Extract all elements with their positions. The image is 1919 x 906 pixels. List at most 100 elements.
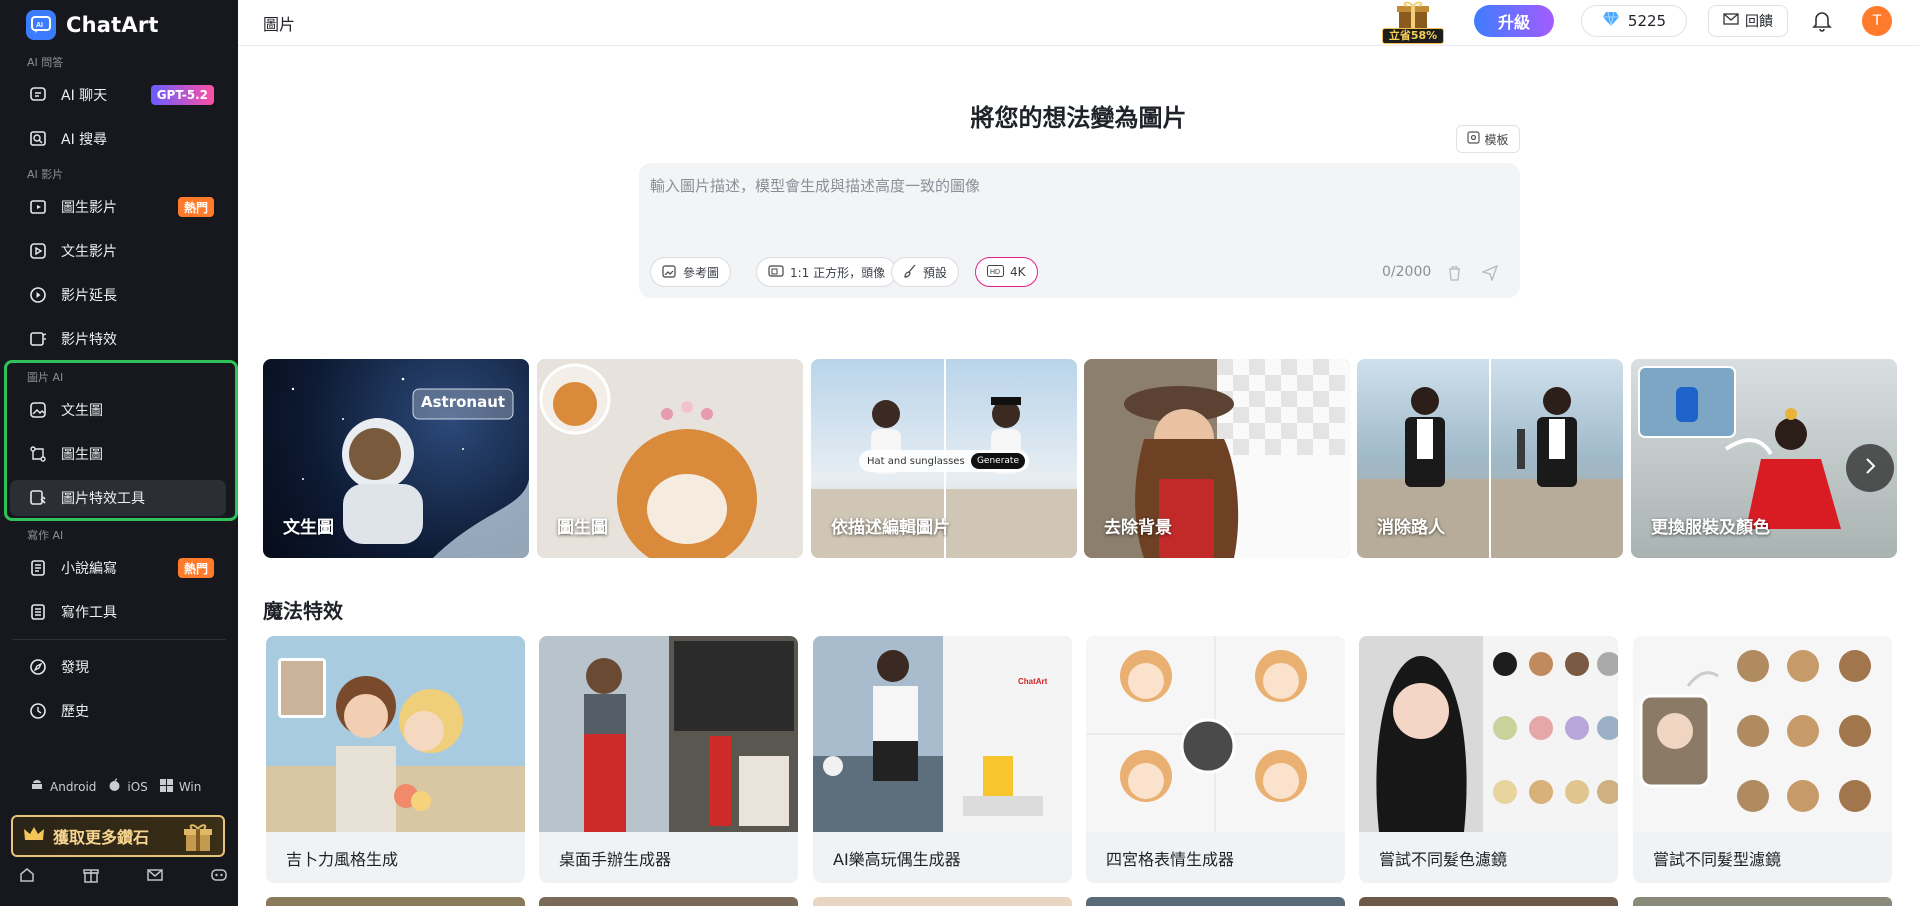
promo-label: 獲取更多鑽石 bbox=[53, 828, 150, 847]
next-row-card[interactable] bbox=[539, 897, 798, 906]
prompt-input-area[interactable]: 輸入圖片描述，模型會生成與描述高度一致的圖像 參考圖 1:1 正方形，頭像 預設… bbox=[639, 163, 1520, 298]
next-row-card[interactable] bbox=[1633, 897, 1892, 906]
magic-card-emoji-grid[interactable]: 四宮格表情生成器 bbox=[1086, 636, 1345, 883]
magic-card-desktop-figure[interactable]: 桌面手辦生成器 bbox=[539, 636, 798, 883]
magic-label: 嘗試不同髮型濾鏡 bbox=[1653, 850, 1782, 869]
magic-card-hair-style[interactable]: 嘗試不同髮型濾鏡 bbox=[1633, 636, 1892, 883]
novel-icon bbox=[28, 558, 48, 578]
logo[interactable]: AI ChatArt bbox=[26, 10, 159, 40]
mail-icon bbox=[1723, 12, 1739, 30]
sidebar-item-text-to-image[interactable]: 文生圖 bbox=[10, 392, 226, 428]
reference-image-button[interactable]: 參考圖 bbox=[650, 257, 732, 287]
edit-prompt-pill: Hat and sunglasses Generate bbox=[859, 450, 1029, 472]
quality-4k-button[interactable]: HD 4K bbox=[975, 257, 1038, 287]
hair-style-illustration bbox=[1633, 636, 1892, 832]
sidebar-item-discover[interactable]: 發現 bbox=[10, 649, 226, 685]
sidebar-item-label: 影片延長 bbox=[61, 288, 117, 304]
desktop-figure-illustration bbox=[539, 636, 798, 832]
home-icon[interactable] bbox=[18, 866, 36, 888]
feature-card-edit-by-description[interactable]: Hat and sunglasses Generate 依描述編輯圖片 bbox=[811, 359, 1077, 558]
card-label: 文生圖 bbox=[283, 518, 334, 538]
next-row-card[interactable] bbox=[266, 897, 525, 906]
carousel-next-button[interactable] bbox=[1846, 444, 1894, 492]
feature-card-text-to-image[interactable]: Astronaut 文生圖 bbox=[263, 359, 529, 558]
sale-promo[interactable]: 立省58% bbox=[1382, 0, 1444, 44]
mail-icon[interactable] bbox=[146, 866, 164, 888]
sidebar-item-label: 歷史 bbox=[61, 704, 89, 720]
sidebar-item-ai-chat[interactable]: AI 聊天 GPT-5.2 bbox=[10, 77, 226, 113]
chevron-right-icon bbox=[1863, 457, 1877, 479]
gift-icon bbox=[181, 821, 215, 857]
svg-text:AI: AI bbox=[36, 22, 43, 29]
platform-win[interactable]: Win bbox=[179, 780, 202, 794]
platform-ios[interactable]: iOS bbox=[127, 780, 147, 794]
crown-icon bbox=[23, 825, 45, 847]
trash-icon[interactable] bbox=[1447, 265, 1462, 285]
sidebar-item-video-effects[interactable]: 影片特效 bbox=[10, 321, 226, 357]
preset-button[interactable]: 預設 bbox=[891, 257, 960, 287]
section-ai-video: AI 影片 bbox=[27, 168, 64, 181]
sidebar-item-video-extend[interactable]: 影片延長 bbox=[10, 277, 226, 313]
sidebar-item-history[interactable]: 歷史 bbox=[10, 693, 226, 729]
magic-label: AI樂高玩偶生成器 bbox=[833, 850, 961, 869]
hair-color-illustration bbox=[1359, 636, 1618, 832]
card-label: 圖生圖 bbox=[557, 518, 608, 538]
magic-card-hair-color[interactable]: 嘗試不同髮色濾鏡 bbox=[1359, 636, 1618, 883]
template-button[interactable]: 模板 bbox=[1456, 125, 1520, 153]
sidebar-item-text-to-video[interactable]: 文生影片 bbox=[10, 233, 226, 269]
send-icon[interactable] bbox=[1481, 264, 1499, 285]
aspect-ratio-button[interactable]: 1:1 正方形，頭像 bbox=[756, 257, 898, 287]
avatar[interactable]: T bbox=[1862, 6, 1892, 36]
magic-card-lego[interactable]: ChatArt AI樂高玩偶生成器 bbox=[813, 636, 1072, 883]
credits-balance[interactable]: 5225 bbox=[1581, 5, 1687, 37]
section-ai-qa: AI 問答 bbox=[27, 56, 64, 69]
feature-card-remove-passersby[interactable]: 消除路人 bbox=[1357, 359, 1623, 558]
feedback-label: 回饋 bbox=[1745, 14, 1773, 30]
gpt-badge: GPT-5.2 bbox=[150, 85, 214, 105]
char-counter: 0/2000 bbox=[1382, 264, 1432, 280]
apple-icon[interactable] bbox=[108, 778, 121, 795]
next-row-card[interactable] bbox=[813, 897, 1072, 906]
windows-icon[interactable] bbox=[159, 778, 173, 795]
upgrade-button[interactable]: 升級 bbox=[1474, 5, 1554, 37]
discord-icon[interactable] bbox=[210, 866, 228, 888]
lego-illustration: ChatArt bbox=[813, 636, 1072, 832]
sidebar-item-image-to-video[interactable]: 圖生影片 熱門 bbox=[10, 189, 226, 225]
magic-label: 嘗試不同髮色濾鏡 bbox=[1379, 850, 1508, 869]
video-extend-icon bbox=[28, 285, 48, 305]
template-icon bbox=[1467, 131, 1481, 147]
sidebar: AI ChatArt AI 問答 AI 聊天 GPT-5.2 AI 搜尋 AI … bbox=[0, 0, 238, 906]
chat-icon bbox=[28, 85, 48, 105]
feature-card-image-to-image[interactable]: 圖生圖 bbox=[537, 359, 803, 558]
gift-box-icon[interactable] bbox=[82, 866, 100, 888]
text-video-icon bbox=[28, 241, 48, 261]
magic-label: 桌面手辦生成器 bbox=[559, 850, 672, 869]
sidebar-item-image-to-image[interactable]: 圖生圖 bbox=[10, 436, 226, 472]
emoji-grid-illustration bbox=[1086, 636, 1345, 832]
sidebar-item-label: 小說編寫 bbox=[61, 561, 117, 577]
bell-icon[interactable] bbox=[1812, 10, 1832, 36]
sidebar-item-label: 發現 bbox=[61, 660, 89, 676]
sidebar-item-ai-search[interactable]: AI 搜尋 bbox=[10, 121, 226, 157]
next-row-card[interactable] bbox=[1359, 897, 1618, 906]
card-label: 依描述編輯圖片 bbox=[831, 518, 950, 538]
platform-android[interactable]: Android bbox=[50, 780, 96, 794]
sidebar-item-label: 圖生圖 bbox=[61, 447, 103, 463]
get-diamonds-button[interactable]: 獲取更多鑽石 bbox=[11, 815, 225, 857]
next-row-card[interactable] bbox=[1086, 897, 1345, 906]
android-icon[interactable] bbox=[30, 778, 44, 795]
section-image-ai: 圖片 AI bbox=[27, 371, 64, 384]
sidebar-item-image-effects[interactable]: 圖片特效工具 bbox=[10, 480, 226, 516]
image-effect-icon bbox=[28, 488, 48, 508]
sidebar-item-novel[interactable]: 小說編寫 熱門 bbox=[10, 550, 226, 586]
compass-icon bbox=[28, 657, 48, 677]
feedback-button[interactable]: 回饋 bbox=[1708, 5, 1788, 37]
sidebar-divider bbox=[12, 639, 226, 640]
prompt-input[interactable]: 輸入圖片描述，模型會生成與描述高度一致的圖像 bbox=[650, 175, 980, 196]
feature-card-remove-background[interactable]: 去除背景 bbox=[1084, 359, 1350, 558]
sidebar-item-writing-tools[interactable]: 寫作工具 bbox=[10, 594, 226, 630]
search-icon bbox=[28, 129, 48, 149]
sidebar-footer-icons bbox=[18, 866, 228, 888]
magic-card-ghibli[interactable]: 吉卜力風格生成 bbox=[266, 636, 525, 883]
image-add-icon bbox=[662, 264, 677, 281]
